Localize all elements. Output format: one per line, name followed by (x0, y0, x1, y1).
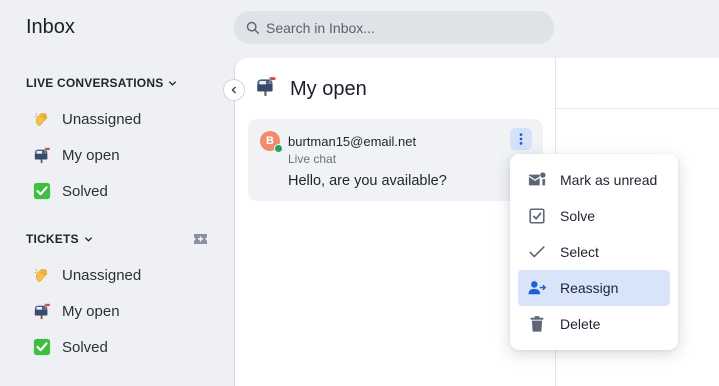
chevron-down-icon (84, 236, 92, 242)
reassign-icon (528, 281, 546, 295)
check-mark-icon (32, 181, 52, 201)
solve-icon (529, 208, 545, 224)
mailbox-icon (32, 145, 52, 165)
sidebar-item-tickets-unassigned[interactable]: Unassigned (32, 263, 141, 287)
header-divider (556, 108, 719, 109)
kebab-menu-icon (519, 133, 523, 145)
sidebar-item-live-my-open[interactable]: My open (32, 143, 120, 167)
sidebar-item-live-solved[interactable]: Solved (32, 179, 108, 203)
mark-unread-icon (528, 172, 546, 186)
check-mark-icon (32, 337, 52, 357)
tickets-title: TICKETS (26, 232, 79, 246)
panel-title: My open (255, 75, 367, 103)
menu-item-label: Mark as unread (560, 172, 658, 188)
conversation-card[interactable]: B burtman15@email.net Live chat Hello, a… (248, 119, 543, 201)
sidebar-item-label: Unassigned (62, 266, 142, 284)
search-icon (246, 21, 259, 34)
menu-item-solve[interactable]: Solve (518, 198, 670, 234)
sidebar-item-label: Solved (62, 338, 108, 356)
avatar: B (260, 131, 283, 153)
avatar-initial: B (266, 135, 274, 147)
wave-icon (32, 109, 52, 129)
mailbox-icon (32, 301, 52, 321)
sidebar-item-tickets-solved[interactable]: Solved (32, 335, 108, 359)
search-input[interactable] (266, 19, 546, 36)
menu-item-select[interactable]: Select (518, 234, 670, 270)
menu-item-mark-unread[interactable]: Mark as unread (518, 162, 670, 198)
conversation-context-menu: Mark as unread Solve Select Reassign Del… (510, 154, 678, 350)
mailbox-icon (255, 75, 277, 103)
sidebar-item-label: Unassigned (62, 110, 142, 128)
conversation-preview: Hello, are you available? (288, 173, 447, 189)
sidebar-item-label: My open (62, 146, 120, 164)
more-options-button[interactable] (510, 128, 532, 150)
menu-item-delete[interactable]: Delete (518, 306, 670, 342)
conversation-list-panel: My open B burtman15@email.net Live chat … (234, 58, 555, 386)
panel-title-text: My open (290, 77, 367, 100)
conversation-email: burtman15@email.net (288, 134, 417, 149)
chevron-down-icon (169, 80, 177, 86)
search-bar[interactable] (234, 11, 554, 44)
conversation-channel: Live chat (288, 152, 337, 166)
menu-item-label: Delete (560, 316, 601, 332)
menu-item-label: Select (560, 244, 599, 260)
menu-item-reassign[interactable]: Reassign (518, 270, 670, 306)
add-ticket-icon[interactable] (193, 233, 208, 245)
online-status-dot (274, 144, 283, 153)
select-check-icon (529, 246, 545, 258)
app-title: Inbox (26, 16, 75, 38)
collapse-sidebar-button[interactable] (223, 79, 245, 101)
live-conversations-header[interactable]: LIVE CONVERSATIONS (26, 76, 177, 90)
sidebar-item-live-unassigned[interactable]: Unassigned (32, 107, 141, 131)
trash-icon (530, 316, 544, 332)
live-conversations-title: LIVE CONVERSATIONS (26, 76, 164, 90)
menu-item-label: Solve (560, 208, 596, 224)
wave-icon (32, 265, 52, 285)
sidebar-item-tickets-my-open[interactable]: My open (32, 299, 120, 323)
sidebar-item-label: Solved (62, 182, 108, 200)
sidebar-item-label: My open (62, 302, 120, 320)
chevron-left-icon (231, 86, 236, 94)
menu-item-label: Reassign (560, 280, 619, 296)
tickets-header[interactable]: TICKETS (26, 232, 93, 246)
